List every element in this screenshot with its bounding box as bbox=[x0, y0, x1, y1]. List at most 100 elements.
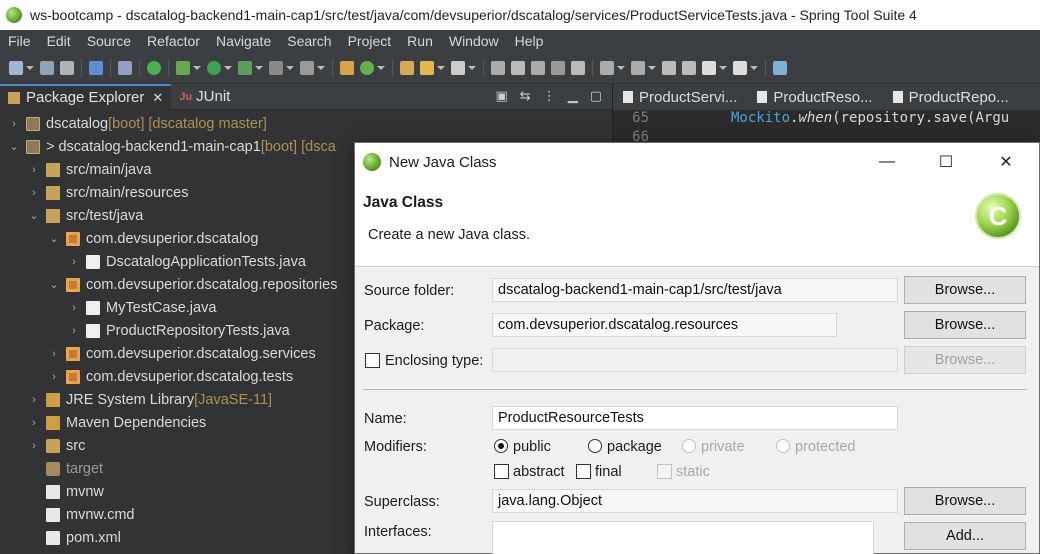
source-folder-field[interactable]: dscatalog-backend1-main-cap1/src/test/ja… bbox=[492, 278, 898, 302]
forward-arrow-icon[interactable] bbox=[733, 60, 747, 75]
chevron-down-icon[interactable]: ⌄ bbox=[8, 140, 20, 153]
tab-junit[interactable]: Ju JUnit bbox=[171, 84, 238, 110]
chevron-right-icon[interactable]: › bbox=[48, 348, 60, 360]
new-class-icon[interactable] bbox=[360, 60, 374, 75]
search-icon[interactable] bbox=[451, 60, 465, 75]
menu-navigate[interactable]: Navigate bbox=[208, 30, 279, 52]
run-external-icon[interactable] bbox=[238, 60, 252, 75]
dropdown-arrow-icon[interactable] bbox=[648, 65, 656, 70]
maximize-button[interactable]: ☐ bbox=[917, 143, 975, 181]
dropdown-arrow-icon[interactable] bbox=[317, 65, 325, 70]
add-interface-button[interactable]: Add... bbox=[904, 522, 1026, 550]
dropdown-arrow-icon[interactable] bbox=[377, 65, 385, 70]
editor-tab-productrepository[interactable]: ProductRepo... bbox=[883, 84, 1019, 110]
open-perspective-icon[interactable] bbox=[773, 60, 787, 75]
terminal-icon[interactable] bbox=[89, 60, 103, 75]
save-all-icon[interactable] bbox=[60, 60, 74, 75]
menu-window[interactable]: Window bbox=[441, 30, 507, 52]
skip-breakpoints-icon[interactable] bbox=[118, 60, 132, 75]
menu-run[interactable]: Run bbox=[399, 30, 441, 52]
browse-enclosing-type-button[interactable]: Browse... bbox=[904, 346, 1026, 374]
previous-annotation-icon[interactable] bbox=[631, 60, 645, 75]
menu-refactor[interactable]: Refactor bbox=[139, 30, 208, 52]
forward-history-icon[interactable] bbox=[682, 60, 696, 75]
modifier-public-radio[interactable] bbox=[494, 439, 508, 453]
menu-source[interactable]: Source bbox=[79, 30, 139, 52]
build-icon[interactable] bbox=[300, 60, 314, 75]
boot-dashboard-icon[interactable] bbox=[147, 60, 161, 75]
chevron-down-icon[interactable]: ⌄ bbox=[48, 232, 60, 245]
dropdown-arrow-icon[interactable] bbox=[286, 65, 294, 70]
chevron-right-icon[interactable]: › bbox=[68, 325, 80, 337]
modifier-static-checkbox[interactable] bbox=[657, 464, 672, 479]
menu-file[interactable]: File bbox=[0, 30, 39, 52]
modifier-package-radio[interactable] bbox=[588, 439, 602, 453]
dropdown-arrow-icon[interactable] bbox=[437, 65, 445, 70]
maximize-icon[interactable]: ▢ bbox=[590, 88, 602, 104]
dropdown-arrow-icon[interactable] bbox=[255, 65, 263, 70]
chevron-right-icon[interactable]: › bbox=[28, 164, 40, 176]
pilcrow-icon[interactable] bbox=[571, 60, 585, 75]
editor-tab-productresource[interactable]: ProductReso... bbox=[747, 84, 882, 110]
browse-source-folder-button[interactable]: Browse... bbox=[904, 276, 1026, 304]
chevron-right-icon[interactable]: › bbox=[68, 302, 80, 314]
package-field[interactable]: com.devsuperior.dscatalog.resources bbox=[492, 313, 837, 337]
last-edit-location-icon[interactable] bbox=[662, 60, 676, 75]
interfaces-list[interactable] bbox=[492, 521, 874, 554]
new-icon[interactable] bbox=[9, 60, 23, 75]
dropdown-arrow-icon[interactable] bbox=[26, 65, 34, 70]
modifier-final-checkbox[interactable] bbox=[576, 464, 591, 479]
menu-help[interactable]: Help bbox=[507, 30, 552, 52]
new-package-icon[interactable] bbox=[340, 60, 354, 75]
chevron-right-icon[interactable]: › bbox=[28, 394, 40, 406]
browse-superclass-button[interactable]: Browse... bbox=[904, 487, 1026, 515]
show-whitespace-icon[interactable] bbox=[551, 60, 565, 75]
modifier-protected-radio[interactable] bbox=[776, 439, 790, 453]
dropdown-arrow-icon[interactable] bbox=[719, 65, 727, 70]
modifier-abstract-checkbox[interactable] bbox=[494, 464, 509, 479]
minimize-icon[interactable]: ▁ bbox=[568, 88, 578, 104]
dropdown-arrow-icon[interactable] bbox=[468, 65, 476, 70]
toggle-block-selection-icon[interactable] bbox=[511, 60, 525, 75]
modifier-private-radio[interactable] bbox=[682, 439, 696, 453]
open-type-icon[interactable] bbox=[400, 60, 414, 75]
link-with-editor-icon[interactable]: ⇆ bbox=[520, 88, 531, 104]
chevron-down-icon[interactable]: ⌄ bbox=[48, 278, 60, 291]
dropdown-arrow-icon[interactable] bbox=[224, 65, 232, 70]
back-arrow-icon[interactable] bbox=[702, 60, 716, 75]
chevron-right-icon[interactable]: › bbox=[28, 187, 40, 199]
enclosing-type-checkbox[interactable] bbox=[365, 353, 380, 368]
stop-icon[interactable] bbox=[269, 60, 283, 75]
open-resource-icon[interactable] bbox=[420, 60, 434, 75]
enclosing-type-field[interactable] bbox=[492, 348, 898, 372]
toggle-mark-occurrences-icon[interactable] bbox=[491, 60, 505, 75]
chevron-right-icon[interactable]: › bbox=[8, 118, 20, 130]
chevron-right-icon[interactable]: › bbox=[68, 256, 80, 268]
menu-search[interactable]: Search bbox=[279, 30, 339, 52]
tree-item[interactable]: › dscatalog [boot] [dscatalog master] bbox=[0, 112, 612, 135]
minimize-button[interactable]: — bbox=[858, 143, 916, 181]
chevron-right-icon[interactable]: › bbox=[28, 417, 40, 429]
close-button[interactable]: ✕ bbox=[977, 143, 1035, 181]
menu-edit[interactable]: Edit bbox=[39, 30, 79, 52]
chevron-down-icon[interactable]: ⌄ bbox=[28, 209, 40, 222]
dropdown-arrow-icon[interactable] bbox=[617, 65, 625, 70]
word-wrap-icon[interactable] bbox=[531, 60, 545, 75]
next-annotation-icon[interactable] bbox=[600, 60, 614, 75]
chevron-right-icon[interactable]: › bbox=[28, 440, 40, 452]
superclass-field[interactable]: java.lang.Object bbox=[492, 489, 898, 513]
dropdown-arrow-icon[interactable] bbox=[193, 65, 201, 70]
chevron-right-icon[interactable]: › bbox=[48, 371, 60, 383]
editor-tab-productservicetests[interactable]: ProductServi... bbox=[613, 84, 747, 110]
save-icon[interactable] bbox=[40, 60, 54, 75]
debug-icon[interactable] bbox=[176, 60, 190, 75]
dropdown-arrow-icon[interactable] bbox=[750, 65, 758, 70]
collapse-all-icon[interactable]: ▣ bbox=[496, 88, 508, 104]
run-icon[interactable] bbox=[207, 60, 221, 75]
view-menu-icon[interactable]: ⋮ bbox=[543, 88, 556, 104]
tab-package-explorer[interactable]: Package Explorer ✕ bbox=[0, 83, 172, 110]
close-icon[interactable]: ✕ bbox=[152, 90, 163, 106]
name-field[interactable]: ProductResourceTests bbox=[492, 406, 898, 430]
menu-project[interactable]: Project bbox=[340, 30, 400, 52]
browse-package-button[interactable]: Browse... bbox=[904, 311, 1026, 339]
